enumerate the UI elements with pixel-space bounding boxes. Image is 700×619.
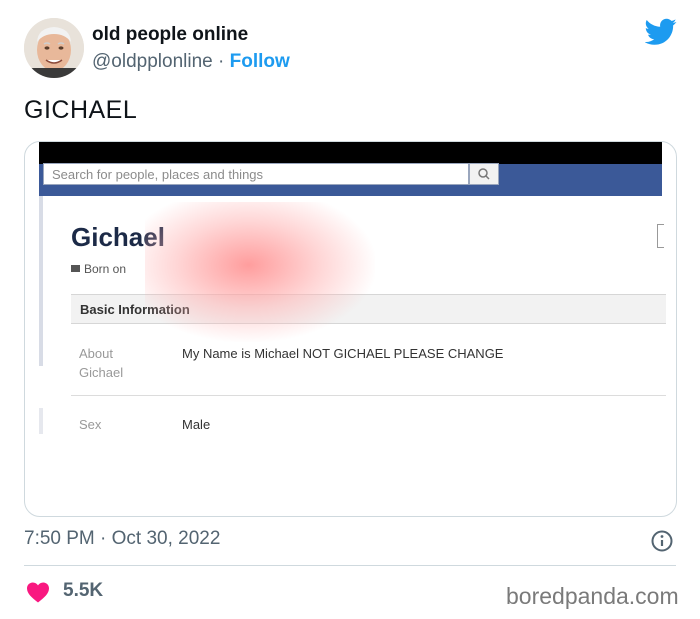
facebook-profile-name: Gichael <box>71 222 165 252</box>
facebook-row-value: My Name is Michael NOT GICHAEL PLEASE CH… <box>182 346 504 361</box>
follow-button[interactable]: Follow <box>230 51 290 72</box>
author-handle[interactable]: @oldpplonline <box>92 51 213 72</box>
info-icon[interactable] <box>650 529 674 553</box>
watermark: boredpanda.com <box>506 583 679 609</box>
author-handle-row: @oldpplonline · Follow <box>92 51 290 73</box>
tweet-timestamp[interactable]: 7:50 PM · Oct 30, 2022 <box>24 528 220 550</box>
avatar[interactable] <box>24 18 84 78</box>
tweet-text: GICHAEL <box>24 96 138 124</box>
facebook-search-button <box>469 163 499 185</box>
avatar-face-icon <box>24 18 84 78</box>
tweet-card: old people online @oldpplonline · Follow… <box>0 0 700 619</box>
facebook-edit-bracket <box>657 224 664 248</box>
twitter-bird-icon[interactable] <box>645 18 677 46</box>
author-display-name[interactable]: old people online <box>92 24 248 46</box>
facebook-section-header: Basic Information <box>71 294 666 324</box>
facebook-born-line: Born on <box>71 262 126 276</box>
search-icon <box>478 168 490 180</box>
facebook-left-rail <box>39 196 43 366</box>
facebook-left-rail-lower <box>39 408 43 434</box>
divider <box>24 565 676 566</box>
handle-separator: · <box>218 51 225 72</box>
calendar-icon <box>71 265 80 272</box>
facebook-row-label: About Gichael <box>79 346 124 380</box>
facebook-row-divider <box>71 395 666 396</box>
facebook-row-value: Male <box>182 417 211 432</box>
like-count[interactable]: 5.5K <box>63 580 103 602</box>
facebook-row-label: Sex <box>79 417 102 432</box>
tweet-media[interactable]: Search for people, places and things Gic… <box>24 141 677 517</box>
heart-icon[interactable] <box>26 581 50 603</box>
facebook-born-label: Born on <box>84 262 127 276</box>
facebook-top-bar <box>39 142 662 164</box>
facebook-search-input: Search for people, places and things <box>43 163 469 185</box>
